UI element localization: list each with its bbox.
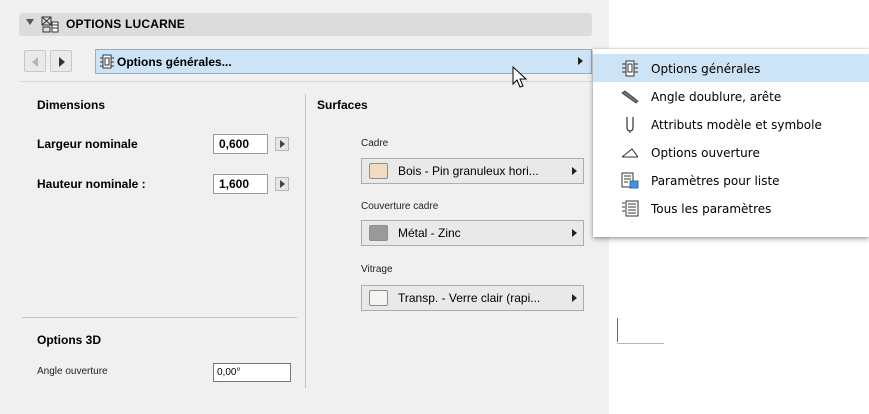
options-3d-title: Options 3D: [37, 333, 102, 347]
chevron-right-icon: [572, 167, 577, 175]
list-parameters-icon: [621, 172, 639, 189]
dimensions-title: Dimensions: [37, 98, 106, 112]
arrow-right-icon: [280, 140, 285, 148]
text-field-underline[interactable]: [617, 343, 664, 344]
cover-material-select[interactable]: Métal - Zinc: [361, 220, 584, 246]
menu-item-label: Options ouverture: [651, 146, 760, 160]
column-divider: [305, 94, 306, 388]
opening-angle-label: Angle ouverture: [37, 366, 108, 377]
previous-page-button[interactable]: [24, 50, 46, 72]
page-selector-label: Options générales...: [117, 55, 232, 69]
settings-panel: OPTIONS LUCARNE Options générales... Dim…: [0, 0, 609, 414]
height-stepper[interactable]: [275, 177, 289, 191]
menu-item-list-parameters[interactable]: Paramètres pour liste: [593, 166, 869, 194]
opening-options-icon: [621, 148, 639, 158]
opening-angle-input[interactable]: 0,00°: [213, 363, 291, 382]
material-swatch: [369, 225, 388, 241]
surfaces-title: Surfaces: [317, 98, 368, 112]
chevron-right-icon: [572, 229, 577, 237]
menu-item-label: Angle doublure, arête: [651, 90, 782, 104]
model-attributes-icon: [626, 117, 634, 133]
menu-item-label: Attributs modèle et symbole: [651, 118, 822, 132]
material-swatch: [369, 290, 388, 306]
content-separator: [20, 81, 592, 82]
frame-material-select[interactable]: Bois - Pin granuleux hori...: [361, 158, 584, 184]
next-page-button[interactable]: [50, 50, 72, 72]
general-options-icon: [100, 54, 114, 69]
menu-item-edge-angle[interactable]: Angle doublure, arête: [593, 82, 869, 110]
arrow-left-icon: [32, 57, 38, 67]
panel-header[interactable]: OPTIONS LUCARNE: [19, 13, 592, 36]
menu-item-label: Options générales: [651, 62, 761, 76]
frame-label: Cadre: [361, 138, 389, 149]
dormer-window-icon: [41, 16, 59, 33]
menu-item-label: Tous les paramètres: [651, 202, 772, 216]
cover-label: Couverture cadre: [361, 201, 439, 212]
all-parameters-icon: [622, 200, 639, 217]
mouse-cursor-icon: [512, 66, 528, 88]
arrow-right-icon: [59, 57, 65, 67]
page-navigation-bar: Options générales...: [19, 48, 592, 74]
height-input[interactable]: 1,600: [213, 174, 268, 194]
section-divider: [22, 317, 297, 318]
height-label: Hauteur nominale :: [37, 177, 146, 191]
chevron-right-icon: [578, 57, 583, 65]
glazing-material-select[interactable]: Transp. - Verre clair (rapi...: [361, 285, 584, 311]
material-name: Métal - Zinc: [398, 226, 461, 240]
collapse-arrow-icon[interactable]: [26, 19, 34, 25]
panel-title: OPTIONS LUCARNE: [66, 17, 186, 31]
page-menu-popup: Options générales Angle doublure, arête …: [593, 49, 869, 237]
chevron-right-icon: [572, 294, 577, 302]
edge-angle-icon: [621, 90, 639, 104]
menu-item-label: Paramètres pour liste: [651, 174, 780, 188]
width-label: Largeur nominale: [37, 137, 138, 151]
menu-item-model-attributes[interactable]: Attributs modèle et symbole: [593, 110, 869, 138]
menu-item-general-options[interactable]: Options générales: [593, 54, 869, 82]
general-options-icon: [622, 60, 638, 77]
menu-item-opening-options[interactable]: Options ouverture: [593, 138, 869, 166]
width-input[interactable]: 0,600: [213, 134, 268, 154]
glazing-label: Vitrage: [361, 264, 393, 275]
material-name: Bois - Pin granuleux hori...: [398, 164, 539, 178]
material-name: Transp. - Verre clair (rapi...: [398, 291, 541, 305]
text-cursor: [617, 318, 618, 342]
material-swatch: [369, 163, 388, 179]
width-stepper[interactable]: [275, 137, 289, 151]
menu-item-all-parameters[interactable]: Tous les paramètres: [593, 194, 869, 222]
arrow-right-icon: [280, 180, 285, 188]
